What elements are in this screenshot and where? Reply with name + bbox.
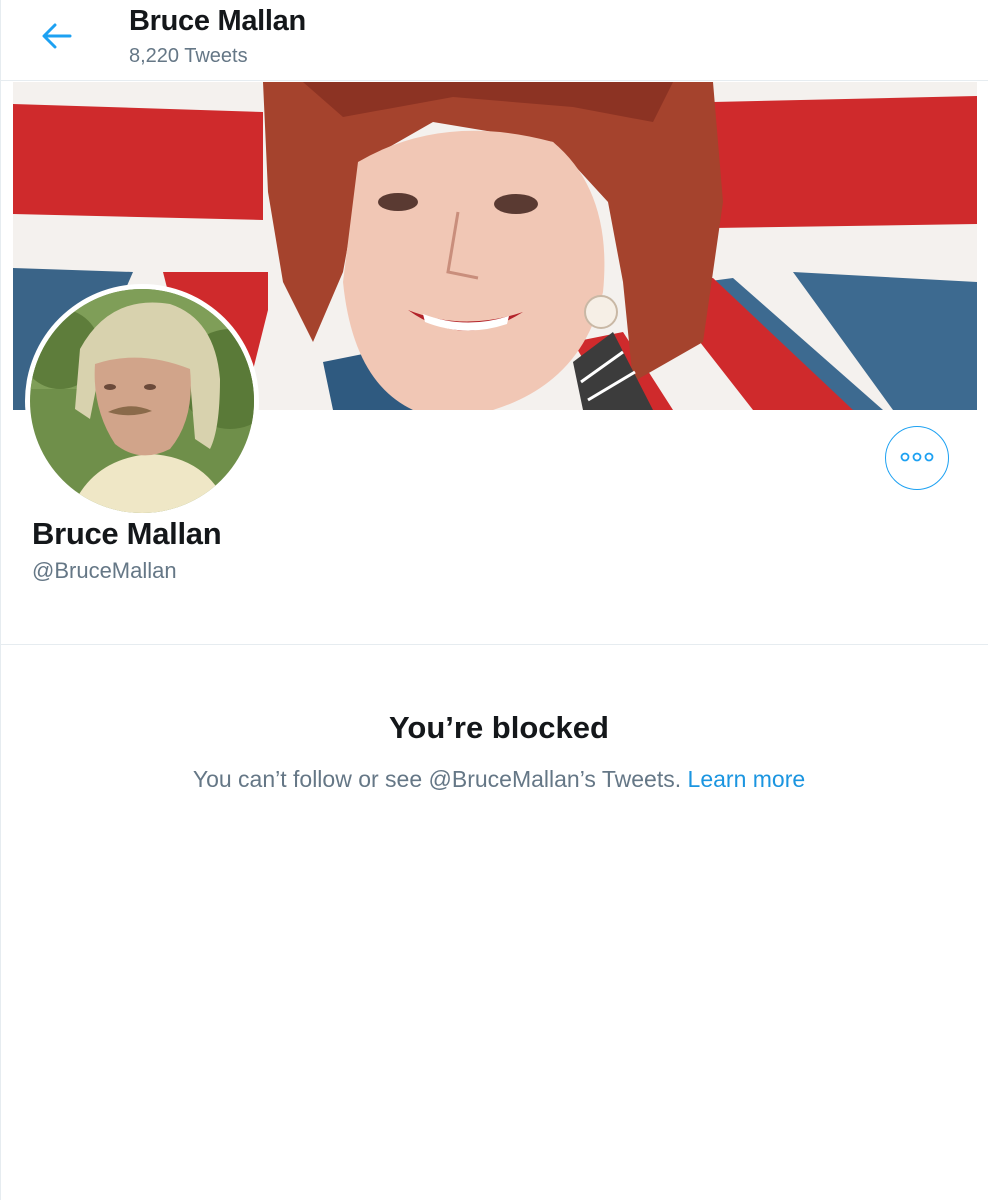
- learn-more-link[interactable]: Learn more: [688, 766, 806, 792]
- blocked-message-text: You can’t follow or see @BruceMallan’s T…: [192, 766, 682, 792]
- arrow-left-icon: [42, 23, 72, 54]
- blocked-message: You can’t follow or see @BruceMallan’s T…: [1, 766, 988, 793]
- section-divider: [1, 644, 988, 645]
- tweet-count: 8,220 Tweets: [129, 45, 248, 67]
- blocked-title: You’re blocked: [389, 710, 609, 745]
- profile-header: Bruce Mallan 8,220 Tweets: [1, 0, 988, 81]
- back-button[interactable]: [31, 16, 83, 60]
- profile-handle: @BruceMallan: [32, 558, 177, 583]
- profile-avatar[interactable]: [25, 284, 259, 518]
- more-options-icon: [900, 449, 934, 467]
- profile-page: Bruce Mallan 8,220 Tweets Bruce Mallan @…: [0, 0, 988, 1200]
- profile-display-name: Bruce Mallan: [32, 516, 222, 551]
- header-title: Bruce Mallan: [129, 5, 306, 37]
- more-options-button[interactable]: [885, 426, 949, 490]
